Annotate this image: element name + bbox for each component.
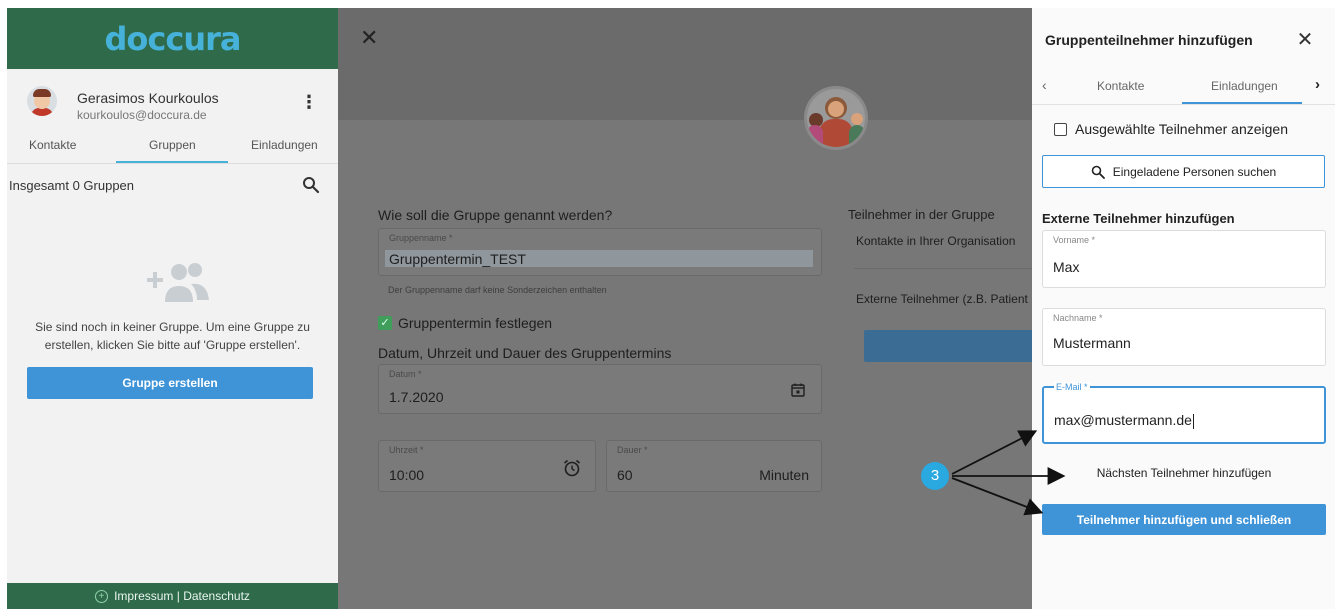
panel-tabs: ‹ Kontakte Einladungen › bbox=[1032, 71, 1335, 105]
duration-label: Dauer * bbox=[617, 445, 648, 455]
tab-kontakte[interactable]: Kontakte bbox=[29, 138, 76, 152]
time-label: Uhrzeit * bbox=[389, 445, 424, 455]
group-name-hint: Der Gruppenname darf keine Sonderzeichen… bbox=[388, 285, 607, 295]
duration-unit: Minuten bbox=[759, 467, 809, 483]
sidebar-tabs: Kontakte Gruppen Einladungen bbox=[7, 132, 338, 164]
duration-value: 60 bbox=[617, 467, 633, 483]
participants-title: Teilnehmer in der Gruppe bbox=[848, 207, 995, 222]
email-label: E-Mail * bbox=[1054, 382, 1090, 392]
search-icon[interactable] bbox=[302, 176, 320, 194]
group-name-label: Gruppenname * bbox=[389, 233, 453, 243]
search-invited-button[interactable]: Eingeladene Personen suchen bbox=[1042, 155, 1325, 188]
divider bbox=[854, 268, 1032, 269]
active-tab-indicator bbox=[1182, 102, 1302, 104]
sidebar-header: doccura bbox=[7, 8, 338, 69]
external-participants-title: Externe Teilnehmer hinzufügen bbox=[1042, 211, 1235, 226]
user-name: Gerasimos Kourkoulos bbox=[77, 90, 219, 106]
add-group-icon bbox=[147, 263, 209, 302]
create-group-button[interactable]: Gruppe erstellen bbox=[27, 367, 313, 399]
external-participants[interactable]: Externe Teilnehmer (z.B. Patient bbox=[856, 292, 1028, 306]
search-invited-label: Eingeladene Personen suchen bbox=[1112, 164, 1277, 179]
email-field[interactable]: E-Mail * max@mustermann.de bbox=[1042, 382, 1326, 444]
date-label: Datum * bbox=[389, 369, 422, 379]
chevron-left-icon[interactable]: ‹ bbox=[1042, 77, 1047, 93]
add-next-participant-link[interactable]: Nächsten Teilnehmer hinzufügen bbox=[1042, 466, 1326, 480]
group-name-value: Gruppentermin_TEST bbox=[389, 251, 526, 267]
first-name-value: Max bbox=[1053, 259, 1080, 275]
date-value: 1.7.2020 bbox=[389, 389, 444, 405]
doccura-logo[interactable]: doccura bbox=[105, 20, 242, 58]
annotation-step-badge: 3 bbox=[921, 462, 949, 490]
group-name-question: Wie soll die Gruppe genannt werden? bbox=[378, 207, 613, 223]
last-name-label: Nachname * bbox=[1053, 313, 1103, 323]
date-field[interactable]: Datum * 1.7.2020 bbox=[378, 364, 822, 414]
duration-field[interactable]: Dauer * 60 Minuten bbox=[606, 440, 822, 492]
date-question: Datum, Uhrzeit und Dauer des Gruppenterm… bbox=[378, 345, 672, 361]
add-and-close-button[interactable]: Teilnehmer hinzufügen und schließen bbox=[1042, 504, 1326, 535]
last-name-value: Mustermann bbox=[1053, 335, 1131, 351]
close-icon[interactable]: ✕ bbox=[360, 27, 380, 49]
group-dialog: ✕ Wie soll die Gruppe genannt werden? Gr… bbox=[338, 8, 1032, 609]
avatar[interactable] bbox=[27, 86, 57, 116]
show-selected-checkbox[interactable] bbox=[1054, 123, 1067, 136]
add-participants-panel: Gruppenteilnehmer hinzufügen ✕ ‹ Kontakt… bbox=[1032, 8, 1335, 609]
close-icon[interactable]: ✕ bbox=[1295, 30, 1315, 50]
participants-button[interactable] bbox=[864, 330, 1032, 362]
plus-circle-icon: + bbox=[95, 589, 109, 603]
group-avatar[interactable] bbox=[804, 86, 868, 150]
last-name-field[interactable]: Nachname * Mustermann bbox=[1042, 308, 1326, 366]
set-termin-label: Gruppentermin festlegen bbox=[398, 315, 553, 331]
sidebar: doccura Gerasimos Kourkoulos kourkoulos@… bbox=[7, 8, 338, 609]
empty-state-text: Sie sind noch in keiner Gruppe. Um eine … bbox=[35, 320, 310, 352]
user-profile: Gerasimos Kourkoulos kourkoulos@doccura.… bbox=[7, 78, 338, 128]
email-value-wrap: max@mustermann.de bbox=[1054, 412, 1194, 429]
email-value: max@mustermann.de bbox=[1054, 412, 1192, 428]
first-name-label: Vorname * bbox=[1053, 235, 1096, 245]
calendar-icon[interactable] bbox=[791, 383, 805, 397]
alarm-clock-icon[interactable] bbox=[563, 459, 581, 477]
first-name-field[interactable]: Vorname * Max bbox=[1042, 230, 1326, 288]
tab-einladungen[interactable]: Einladungen bbox=[1211, 79, 1278, 93]
tab-gruppen[interactable]: Gruppen bbox=[149, 138, 196, 152]
tab-einladungen[interactable]: Einladungen bbox=[251, 138, 318, 152]
dialog-header-band bbox=[338, 8, 1032, 120]
contacts-organisation[interactable]: Kontakte in Ihrer Organisation bbox=[856, 234, 1015, 248]
user-email: kourkoulos@doccura.de bbox=[77, 108, 207, 122]
chevron-right-icon[interactable]: › bbox=[1315, 76, 1320, 93]
group-name-field[interactable]: Gruppenname * Gruppentermin_TEST bbox=[378, 228, 822, 276]
more-vertical-icon[interactable]: ⋮ bbox=[299, 92, 319, 112]
panel-title: Gruppenteilnehmer hinzufügen bbox=[1045, 32, 1253, 48]
show-selected-label: Ausgewählte Teilnehmer anzeigen bbox=[1075, 121, 1288, 137]
text-cursor bbox=[1192, 413, 1194, 429]
time-field[interactable]: Uhrzeit * 10:00 bbox=[378, 440, 596, 492]
tab-kontakte[interactable]: Kontakte bbox=[1097, 79, 1144, 93]
sidebar-footer: + Impressum | Datenschutz bbox=[7, 583, 338, 609]
set-termin-checkbox[interactable]: ✓ bbox=[378, 316, 392, 330]
groups-count: Insgesamt 0 Gruppen bbox=[9, 178, 135, 193]
time-value: 10:00 bbox=[389, 467, 425, 483]
search-icon bbox=[1091, 165, 1105, 179]
active-tab-indicator bbox=[116, 161, 228, 163]
footer-links[interactable]: Impressum | Datenschutz bbox=[114, 589, 250, 603]
